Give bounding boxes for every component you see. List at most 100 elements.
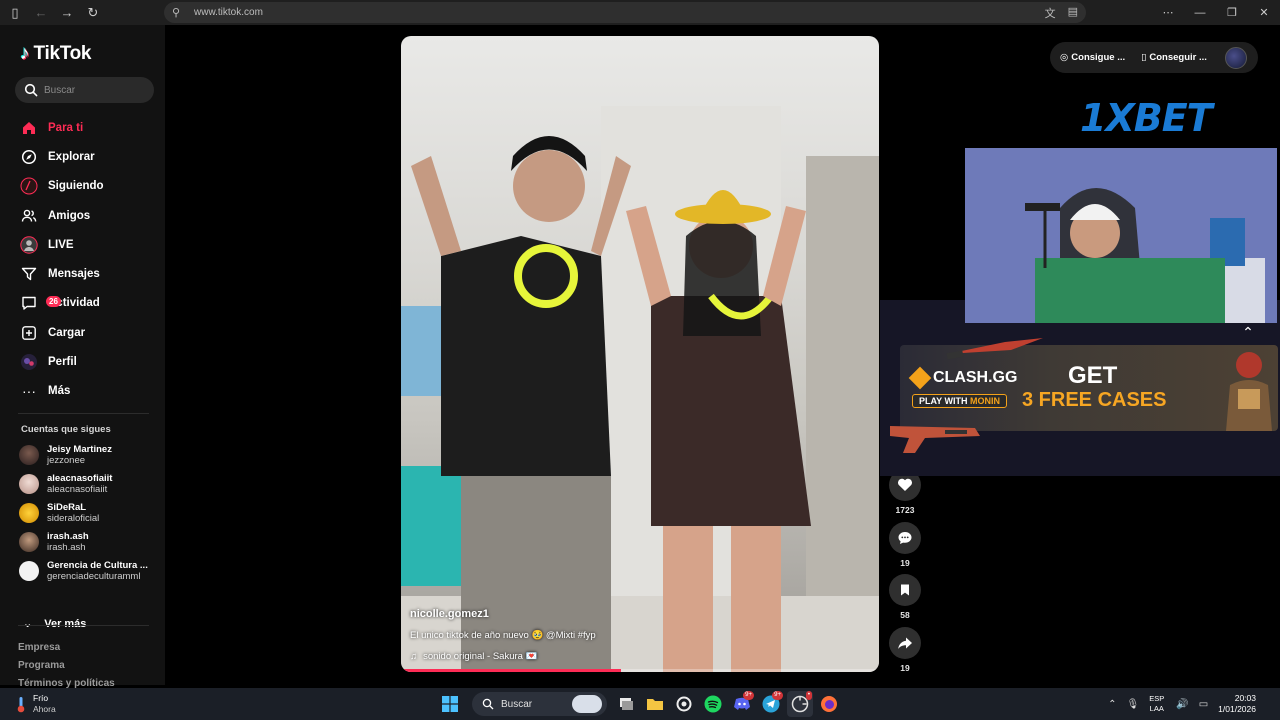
footer-link[interactable]: Empresa — [18, 639, 115, 657]
footer-link[interactable]: Programa — [18, 657, 115, 675]
notification-badge: 9+ — [743, 691, 754, 700]
app-circle-icon — [676, 696, 692, 712]
clash-brand: CLASH.GG — [933, 369, 1018, 386]
account-handle: gerenciadeculturamml — [47, 571, 141, 583]
sidebar-item-label: Perfil — [48, 356, 77, 369]
profile-icon — [19, 352, 39, 372]
avatar — [19, 532, 39, 553]
share-button[interactable] — [889, 626, 921, 659]
live-icon — [19, 235, 39, 255]
video-music[interactable]: ♫ sonido original - Sakura 💌 — [410, 651, 596, 662]
language-indicator[interactable]: ESP LAA — [1149, 694, 1164, 714]
browser-toolbar: ▯ ← → ↻ ⚲ www.tiktok.com 文 ▤ ⋯ — ❐ ✕ — [0, 0, 1280, 25]
discord-button[interactable]: 9+ — [729, 691, 755, 717]
following-account[interactable]: Jeisy Martinez jezzonee — [0, 440, 165, 469]
battery-icon[interactable]: ▭ — [1199, 699, 1208, 710]
tray-chevron-icon[interactable]: ⌃ — [1108, 699, 1116, 710]
weather-subtitle: Ahora — [33, 704, 56, 714]
video-caption: El unico tiktok de año nuevo 🥹 @Mixti #f… — [410, 630, 596, 641]
telegram-button[interactable]: 9+ — [758, 691, 784, 717]
sidebar-item-amigos[interactable]: Amigos — [0, 201, 165, 230]
account-name: aleacnasofiaiit — [47, 472, 113, 484]
upload-icon — [19, 323, 39, 343]
search-input[interactable]: Buscar — [15, 77, 154, 103]
video-player[interactable]: nicolle.gomez1 El unico tiktok de año nu… — [401, 36, 879, 672]
action-column: 1723 19 58 19 — [888, 469, 922, 679]
taskbar-search[interactable]: Buscar — [472, 692, 607, 716]
app-button-circle[interactable] — [671, 691, 697, 717]
video-progress-bar[interactable] — [401, 669, 879, 672]
task-view-button[interactable] — [613, 691, 639, 717]
browser-menu-icon[interactable]: ⋯ — [1152, 0, 1184, 25]
firefox-button[interactable] — [816, 691, 842, 717]
start-button[interactable] — [437, 691, 463, 717]
bookmark-icon — [901, 584, 909, 596]
user-avatar[interactable] — [1225, 47, 1247, 69]
close-icon[interactable]: ✕ — [1248, 0, 1280, 25]
sidebar-item-para-ti[interactable]: Para ti — [0, 113, 165, 142]
address-bar[interactable]: ⚲ www.tiktok.com 文 ▤ — [164, 2, 1086, 23]
save-button[interactable] — [889, 574, 921, 606]
restore-icon[interactable]: ❐ — [1216, 0, 1248, 25]
language-primary: ESP — [1149, 694, 1165, 703]
clock[interactable]: 20:03 1/01/2026 — [1218, 693, 1256, 715]
messages-icon — [19, 264, 39, 284]
back-icon[interactable]: ← — [30, 2, 52, 24]
following-account[interactable]: SiDeRaL sideraloficial — [0, 498, 165, 527]
sidebar-item-cargar[interactable]: Cargar — [0, 318, 165, 347]
speaker-icon[interactable]: 🔊 — [1176, 699, 1188, 710]
see-more-button[interactable]: ⌄ Ver más — [23, 617, 86, 631]
sidebar-item-mas[interactable]: ··· Más — [0, 377, 165, 406]
clash-logo: CLASH.GG — [908, 366, 1018, 390]
search-highlight-icon — [572, 695, 602, 713]
video-progress-fill — [401, 669, 621, 672]
get-coins-button[interactable]: ◎ Consigue ... — [1060, 52, 1125, 63]
following-account[interactable]: Gerencia de Cultura ... gerenciadecultur… — [0, 557, 165, 586]
account-name: Jeisy Martinez — [47, 443, 112, 455]
home-icon — [19, 118, 39, 138]
weather-widget[interactable]: Frío Ahora — [16, 693, 56, 715]
tiktok-logo[interactable]: ♪ TikTok — [20, 43, 91, 65]
clash-get: GET — [1068, 362, 1118, 389]
microphone-icon[interactable]: 🎙 — [1127, 699, 1140, 710]
sidebar-item-label: LIVE — [48, 238, 74, 251]
save-count: 58 — [900, 610, 910, 620]
sidebar-item-actividad[interactable]: 26 Actividad — [0, 289, 165, 318]
browser-button[interactable]: • — [787, 691, 813, 717]
minimize-icon[interactable]: — — [1184, 0, 1216, 25]
spotify-button[interactable] — [700, 691, 726, 717]
avatar — [19, 444, 39, 465]
reader-icon[interactable]: ▤ — [1068, 5, 1078, 21]
translate-icon[interactable]: 文 — [1045, 5, 1056, 21]
forward-icon[interactable]: → — [56, 2, 78, 24]
site-info-icon[interactable]: ⚲ — [172, 6, 186, 19]
following-account[interactable]: aleacnasofiaiit aleacnasofiaiit — [0, 469, 165, 498]
sidebar-item-siguiendo[interactable]: Siguiendo — [0, 172, 165, 201]
following-account[interactable]: irash.ash irash.ash — [0, 528, 165, 557]
coin-icon: ◎ — [1060, 52, 1069, 63]
clash-code: MONIN — [970, 396, 1001, 406]
file-explorer-button[interactable] — [642, 691, 668, 717]
reload-icon[interactable]: ↻ — [82, 2, 104, 24]
footer-links: Empresa Programa Términos y políticas — [18, 639, 115, 693]
get-app-button[interactable]: ▯ Conseguir ... — [1141, 52, 1207, 63]
sidebar-item-explorar[interactable]: Explorar — [0, 142, 165, 171]
taskbar-search-placeholder: Buscar — [501, 698, 533, 710]
music-note-icon: ♫ — [410, 651, 418, 662]
browser-nav: ▯ ← → ↻ — [4, 2, 104, 24]
collapse-icon[interactable]: ⌃ — [1238, 322, 1258, 342]
url-text[interactable]: www.tiktok.com — [194, 7, 263, 18]
sidebar-toggle-icon[interactable]: ▯ — [4, 2, 26, 24]
sidebar-item-mensajes[interactable]: Mensajes — [0, 259, 165, 288]
share-action: 19 — [888, 626, 922, 680]
sidebar-item-perfil[interactable]: Perfil — [0, 347, 165, 376]
search-icon — [24, 83, 38, 97]
comment-button[interactable] — [889, 521, 921, 554]
knife-graphic — [946, 338, 1043, 360]
video-info: nicolle.gomez1 El unico tiktok de año nu… — [410, 608, 596, 662]
sidebar-item-live[interactable]: LIVE — [0, 230, 165, 259]
sidebar-item-label: Siguiendo — [48, 180, 104, 193]
video-username[interactable]: nicolle.gomez1 — [410, 608, 596, 620]
account-handle: aleacnasofiaiit — [47, 483, 108, 495]
account-handle: jezzonee — [47, 454, 86, 466]
